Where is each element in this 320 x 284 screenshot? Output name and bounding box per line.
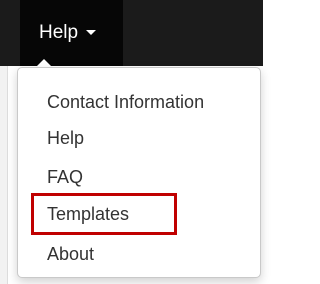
menu-item-templates[interactable]: Templates bbox=[47, 202, 129, 226]
help-dropdown-menu: Contact Information Help FAQ Templates A… bbox=[17, 67, 261, 278]
menu-item-help[interactable]: Help bbox=[47, 126, 84, 150]
help-menu-toggle[interactable]: Help bbox=[20, 0, 123, 66]
caret-down-icon bbox=[86, 30, 97, 35]
menu-item-contact-information[interactable]: Contact Information bbox=[47, 90, 204, 114]
background-panel-edge bbox=[0, 66, 8, 284]
help-menu-label: Help bbox=[39, 22, 79, 43]
menu-item-about[interactable]: About bbox=[47, 242, 94, 266]
top-navbar: Help bbox=[0, 0, 263, 66]
menu-item-faq[interactable]: FAQ bbox=[47, 165, 83, 189]
